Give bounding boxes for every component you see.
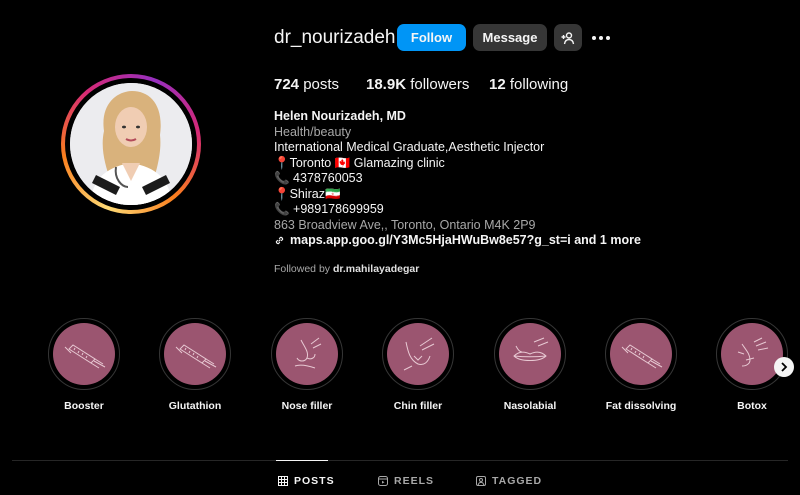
bio-line: 📍Toronto 🇨🇦 Glamazing clinic (274, 155, 445, 170)
chin-sketch-icon (403, 337, 435, 371)
profile-avatar[interactable] (70, 83, 192, 205)
profile-bio: Helen Nourizadeh, MD Health/beauty Inter… (274, 109, 641, 249)
more-options-icon[interactable] (592, 30, 614, 46)
highlight-booster[interactable]: Booster (48, 318, 120, 412)
lips-sketch-icon (513, 337, 549, 361)
bio-line: 📍Shiraz🇮🇷 (274, 186, 341, 201)
highlight-label: Chin filler (393, 400, 443, 412)
syringe-icon (64, 344, 106, 369)
highlight-cover (721, 323, 783, 385)
followed-by-user[interactable]: dr.mahilayadegar (333, 263, 419, 275)
posts-label: posts (303, 76, 340, 93)
tab-tagged-label: TAGGED (492, 475, 543, 487)
active-tab-indicator (276, 460, 328, 461)
reels-icon (378, 476, 388, 486)
highlight-ring (494, 318, 566, 390)
bio-line: 📞 +989178699959 (274, 202, 384, 216)
syringe-icon (621, 344, 663, 369)
highlight-cover (387, 323, 449, 385)
followers-stat[interactable]: 18.9K followers (366, 76, 469, 93)
tab-tagged[interactable]: TAGGED (476, 475, 542, 487)
category: Health/beauty (274, 124, 352, 139)
tagged-icon (476, 476, 486, 486)
chevron-right-icon (781, 362, 788, 372)
highlight-ring (271, 318, 343, 390)
avatar-portrait-icon (70, 83, 192, 205)
highlight-cover (164, 323, 226, 385)
syringe-icon (175, 344, 217, 369)
profile-avatar-ring[interactable] (61, 74, 201, 214)
tab-posts[interactable]: POSTS (278, 475, 335, 487)
highlight-label: Botox (737, 400, 767, 412)
following-label: following (509, 76, 569, 93)
highlight-chin-filler[interactable]: Chin filler (382, 318, 454, 412)
link-text[interactable]: maps.app.goo.gl/Y3Mc5HjaHWuBw8e57?g_st=i… (290, 233, 641, 249)
grid-icon (278, 476, 288, 486)
highlights-next-button[interactable] (774, 357, 794, 377)
followers-count: 18.9K (366, 76, 407, 93)
profile-username: dr_nourizadeh (274, 27, 396, 48)
highlight-nose-filler[interactable]: Nose filler (271, 318, 343, 412)
followed-by-prefix: Followed by (274, 263, 331, 275)
follow-button[interactable]: Follow (397, 24, 466, 51)
nose-sketch-icon (294, 337, 322, 369)
external-link[interactable]: maps.app.goo.gl/Y3Mc5HjaHWuBw8e57?g_st=i… (274, 233, 641, 249)
following-stat[interactable]: 12 following (489, 76, 568, 93)
tab-reels-label: REELS (394, 475, 435, 487)
highlight-ring (48, 318, 120, 390)
highlight-cover (276, 323, 338, 385)
suggested-accounts-button[interactable] (554, 24, 582, 51)
add-person-icon (561, 31, 575, 44)
highlight-ring (382, 318, 454, 390)
highlight-ring (605, 318, 677, 390)
highlight-label: Glutathion (168, 400, 222, 412)
posts-count: 724 (274, 76, 300, 93)
full-name: Helen Nourizadeh, MD (274, 109, 406, 123)
address: 863 Broadview Ave,, Toronto, Ontario M4K… (274, 217, 536, 232)
posts-stat: 724 posts (274, 76, 339, 93)
highlight-label: Nose filler (281, 400, 333, 412)
message-button[interactable]: Message (473, 24, 547, 51)
highlight-glutathion[interactable]: Glutathion (159, 318, 231, 412)
bio-line: International Medical Graduate,Aesthetic… (274, 140, 545, 154)
highlight-label: Nasolabial (503, 400, 557, 412)
followers-label: followers (410, 76, 470, 93)
bio-line: 📞 4378760053 (274, 171, 363, 185)
highlight-fat-dissolving[interactable]: Fat dissolving (605, 318, 677, 412)
tabs-divider (12, 460, 788, 461)
highlight-label: Booster (64, 400, 104, 412)
avatar-inner (65, 78, 197, 210)
tab-reels[interactable]: REELS (378, 475, 434, 487)
highlight-botox[interactable]: Botox (716, 318, 788, 412)
highlight-nasolabial[interactable]: Nasolabial (494, 318, 566, 412)
highlight-cover (53, 323, 115, 385)
highlight-label: Fat dissolving (605, 400, 677, 412)
face-sketch-icon (737, 337, 769, 367)
highlight-cover (610, 323, 672, 385)
link-icon (275, 237, 284, 245)
tab-posts-label: POSTS (294, 475, 335, 487)
highlight-ring (716, 318, 788, 390)
followed-by: Followed by dr.mahilayadegar (274, 263, 419, 275)
highlight-ring (159, 318, 231, 390)
following-count: 12 (489, 76, 506, 93)
highlight-cover (499, 323, 561, 385)
